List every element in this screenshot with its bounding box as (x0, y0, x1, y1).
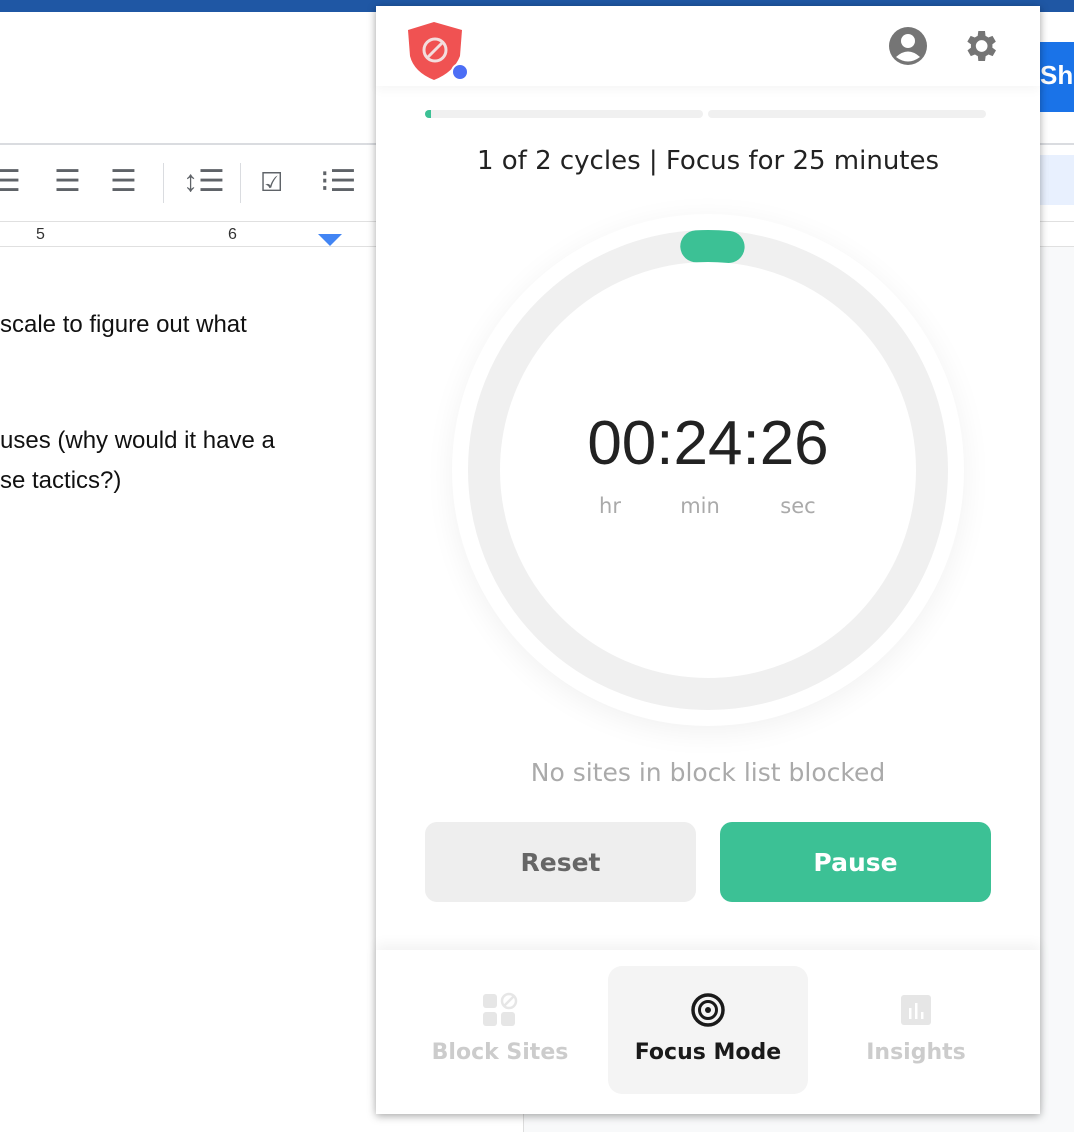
justify-icon[interactable]: ☰ (110, 167, 137, 197)
timer-display: 00:24:26 (587, 409, 829, 478)
chart-icon (901, 995, 931, 1025)
tab-label: Insights (866, 1040, 966, 1065)
gear-icon[interactable] (960, 26, 1000, 66)
doc-line: uses (why would it have a (0, 427, 275, 454)
tab-insights[interactable]: Insights (816, 966, 1016, 1094)
min-label: min (680, 494, 720, 518)
right-indent-marker[interactable] (318, 234, 342, 246)
divider (163, 163, 164, 203)
extension-popup: 1 of 2 cycles | Focus for 25 minutes 00:… (376, 6, 1040, 1114)
status-text: No sites in block list blocked (530, 758, 886, 787)
checklist-icon[interactable]: ☑ (260, 167, 283, 197)
doc-side-panel (1040, 155, 1074, 205)
tab-label: Block Sites (431, 1040, 569, 1065)
cycle-progress-fill (425, 110, 431, 118)
tab-focus-mode[interactable]: Focus Mode (608, 966, 808, 1094)
shield-block-icon (408, 22, 469, 80)
ruler-number: 6 (228, 226, 237, 243)
target-icon (691, 993, 725, 1027)
cycle-progress-bar-1 (425, 110, 703, 118)
doc-line: se tactics?) (0, 467, 122, 494)
bottom-nav: Block Sites Focus Mode Insights (376, 950, 1040, 1110)
cycle-progress-bar-2 (708, 110, 986, 118)
divider (240, 163, 241, 203)
popup-header (376, 6, 1040, 86)
cycles-text: 1 of 2 cycles | Focus for 25 minutes (476, 146, 940, 176)
account-circle-icon[interactable] (888, 26, 928, 66)
doc-line: scale to figure out what (0, 311, 247, 338)
bulleted-list-icon[interactable]: ⁝☰ (320, 167, 356, 197)
reset-button[interactable]: Reset (425, 822, 696, 902)
pause-button[interactable]: Pause (720, 822, 991, 902)
align-center-icon[interactable]: ☰ (0, 167, 21, 197)
line-spacing-icon[interactable]: ↕☰ (183, 167, 225, 197)
align-right-icon[interactable]: ☰ (54, 167, 81, 197)
tab-block-sites[interactable]: Block Sites (400, 966, 600, 1094)
block-sites-icon (483, 992, 518, 1026)
sec-label: sec (780, 494, 816, 518)
ruler-number: 5 (36, 226, 45, 243)
hr-label: hr (599, 494, 621, 518)
share-button[interactable]: Sha (1040, 42, 1074, 112)
tab-label: Focus Mode (634, 1040, 782, 1065)
